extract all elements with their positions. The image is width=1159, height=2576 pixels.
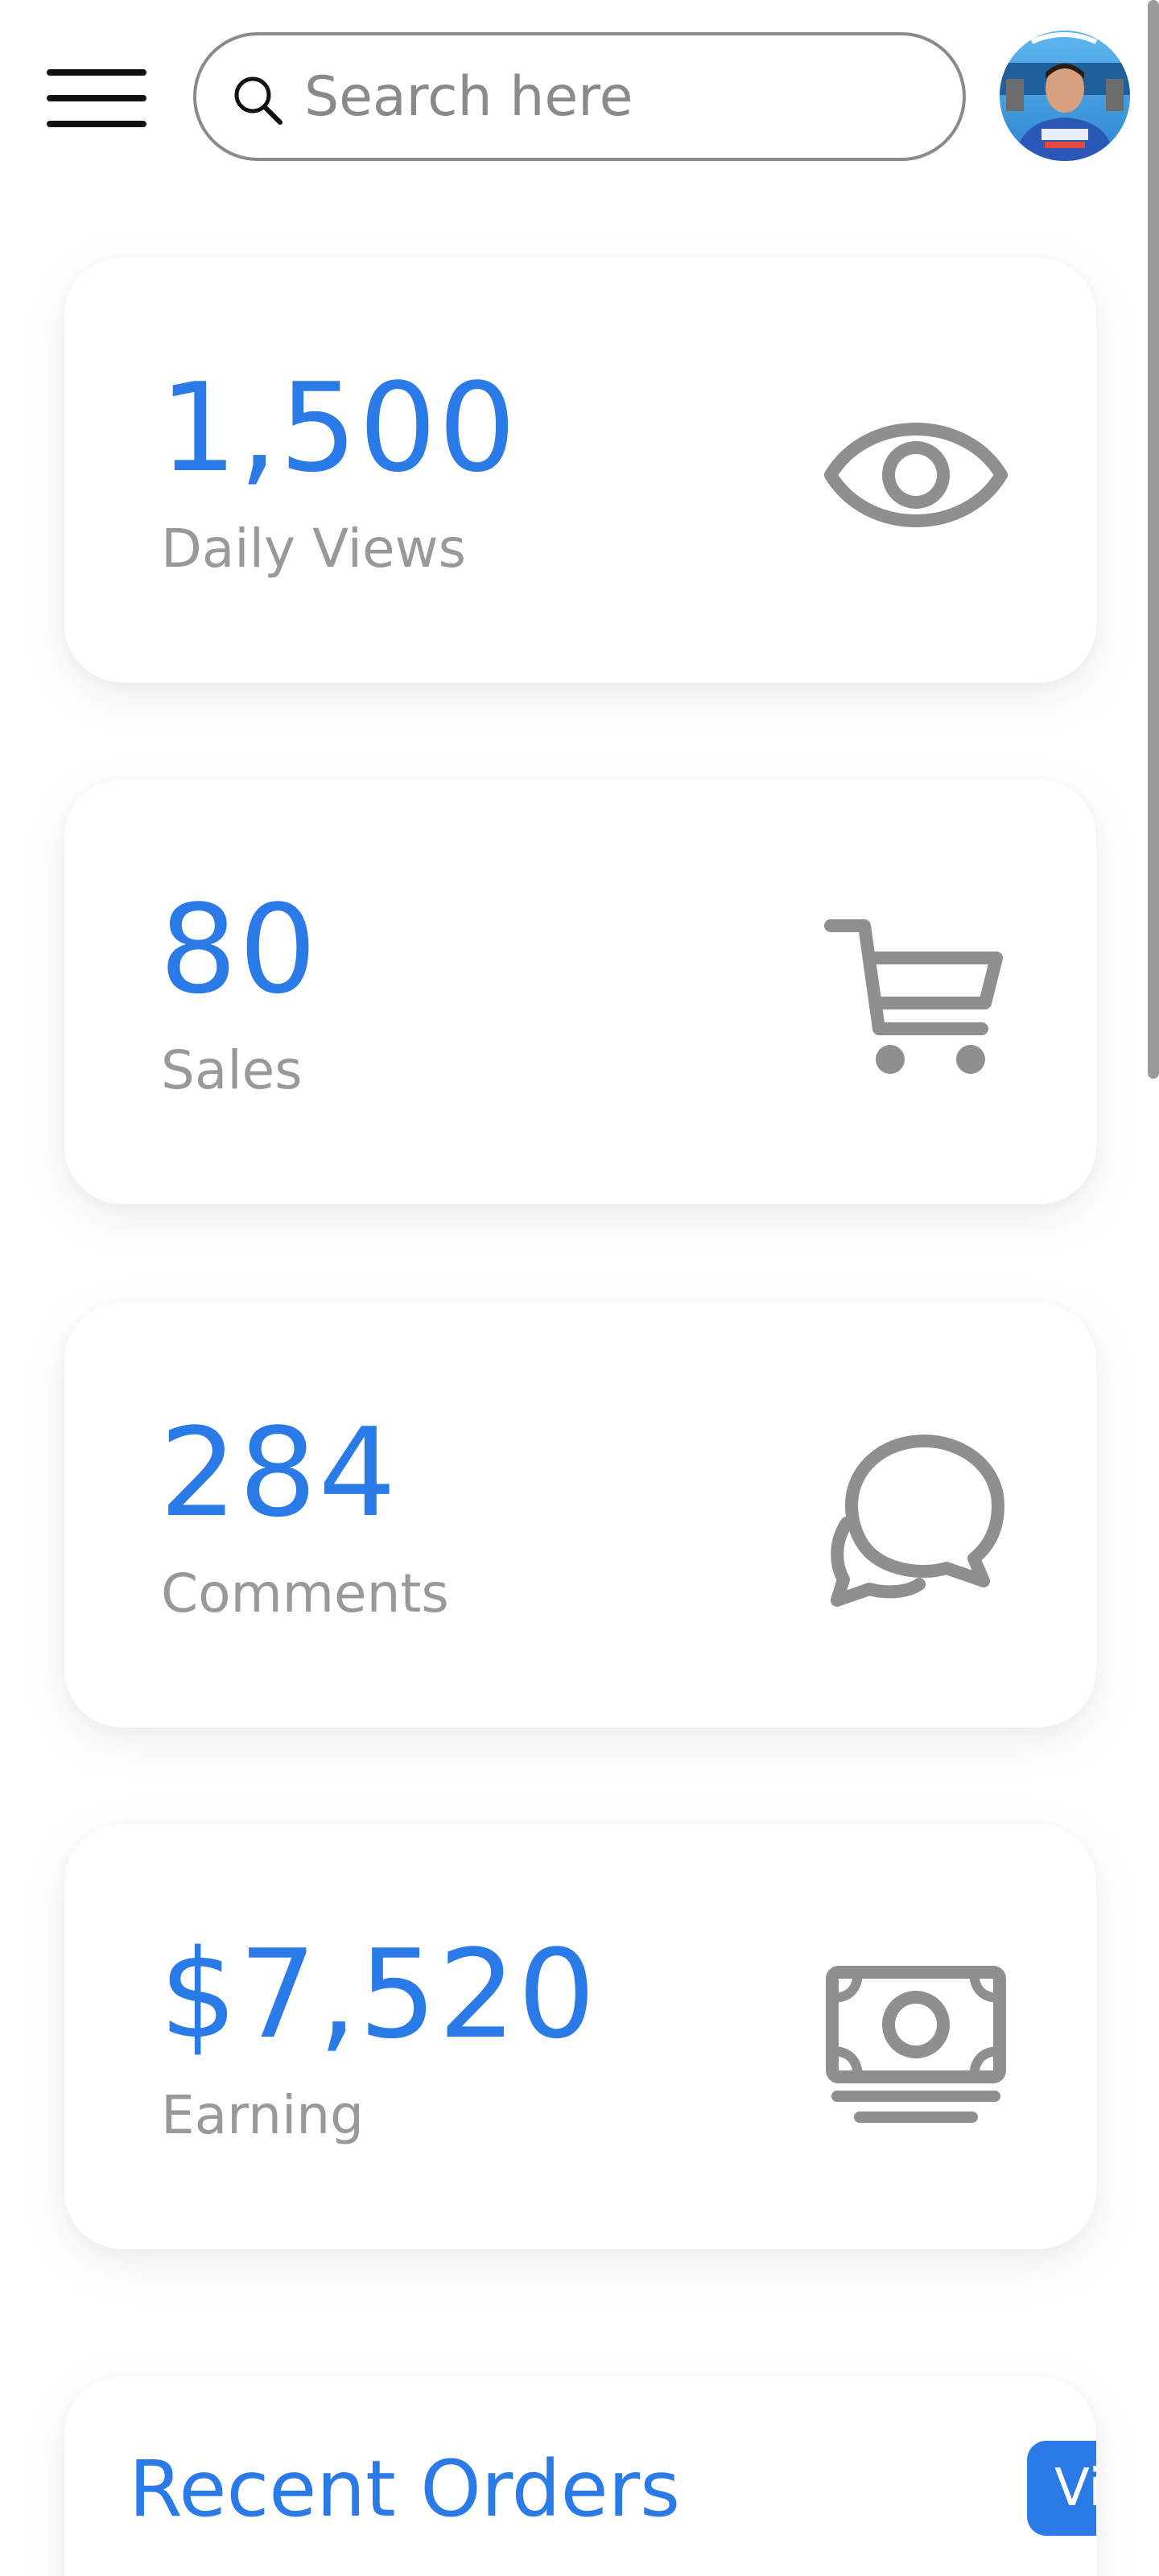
stat-label: Sales	[161, 1039, 303, 1101]
user-avatar[interactable]	[1000, 31, 1130, 161]
stat-label: Daily Views	[161, 518, 466, 580]
menu-line	[47, 121, 146, 127]
search-input[interactable]	[304, 52, 948, 142]
stat-card-comments: 284 Comments	[64, 1302, 1096, 1728]
menu-line	[47, 69, 146, 76]
dashboard-page: 1,500 Daily Views 80 Sales 284 Comments …	[0, 0, 1159, 2576]
avatar-image	[1000, 31, 1130, 161]
stat-value: 284	[159, 1402, 398, 1544]
search-icon	[234, 76, 283, 125]
stat-value: $7,520	[159, 1923, 597, 2066]
cart-icon	[824, 919, 1003, 1074]
hamburger-menu-icon[interactable]	[47, 66, 146, 130]
stat-card-earning: $7,520 Earning	[64, 1824, 1096, 2249]
comments-icon	[831, 1435, 1004, 1607]
menu-line	[47, 95, 146, 101]
eye-icon	[824, 423, 1008, 527]
stat-value: 1,500	[159, 357, 518, 499]
money-icon	[826, 1966, 1006, 2123]
top-bar	[0, 0, 1159, 193]
stat-label: Earning	[161, 2084, 365, 2146]
recent-orders-title: Recent Orders	[129, 2444, 681, 2534]
page-scrollbar[interactable]	[1148, 0, 1159, 1079]
stat-card-daily-views: 1,500 Daily Views	[64, 258, 1096, 683]
stat-value: 80	[159, 878, 319, 1021]
stat-card-sales: 80 Sales	[64, 779, 1096, 1204]
view-all-button[interactable]: Vi	[1027, 2441, 1096, 2536]
recent-orders-panel: Recent Orders Vi	[64, 2376, 1096, 2576]
stat-label: Comments	[161, 1563, 449, 1624]
search-box[interactable]	[193, 32, 966, 161]
